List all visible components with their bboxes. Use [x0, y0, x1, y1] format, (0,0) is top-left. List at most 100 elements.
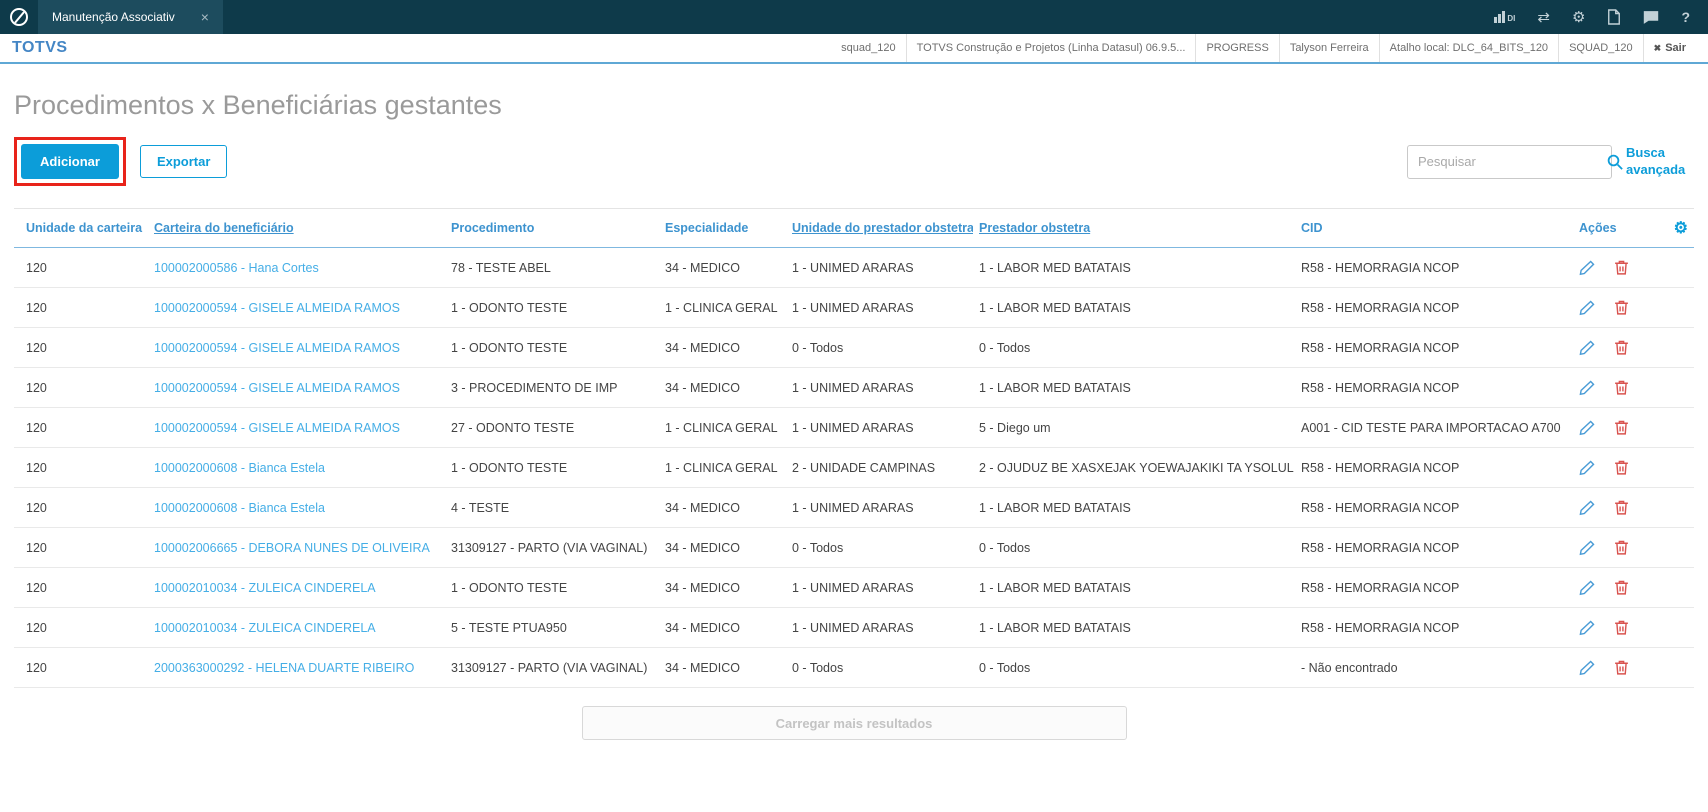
stats-icon[interactable]: DI — [1494, 11, 1515, 23]
carteira-link[interactable]: 100002000608 - Bianca Estela — [154, 501, 325, 515]
totvs-brand[interactable]: TOTVS — [12, 34, 68, 62]
help-icon[interactable]: ? — [1681, 10, 1690, 24]
carteira-link[interactable]: 100002000594 - GISELE ALMEIDA RAMOS — [154, 421, 400, 435]
cell-unidade-prestador: 1 - UNIMED ARARAS — [786, 287, 973, 328]
app-tab[interactable]: Manutenção Associativ × — [38, 0, 223, 34]
load-more-button[interactable]: Carregar mais resultados — [581, 706, 1127, 740]
logout-button[interactable]: ✖ Sair — [1642, 34, 1696, 62]
column-settings-icon[interactable]: ⚙ — [1674, 220, 1688, 237]
cell-gear-spacer — [1649, 407, 1694, 448]
col-especialidade[interactable]: Especialidade — [659, 208, 786, 248]
edit-icon[interactable] — [1579, 499, 1596, 516]
delete-icon[interactable] — [1613, 539, 1630, 556]
cell-prestador: 1 - LABOR MED BATATAIS — [973, 287, 1295, 328]
carteira-link[interactable]: 100002000594 - GISELE ALMEIDA RAMOS — [154, 341, 400, 355]
delete-icon[interactable] — [1613, 459, 1630, 476]
delete-icon[interactable] — [1613, 499, 1630, 516]
env-label: squad_120 — [841, 42, 896, 54]
cell-prestador: 1 - LABOR MED BATATAIS — [973, 367, 1295, 408]
edit-icon[interactable] — [1579, 419, 1596, 436]
annotation-highlight: Adicionar — [14, 137, 126, 186]
cell-cid: R58 - HEMORRAGIA NCOP — [1295, 327, 1573, 368]
cell-especialidade: 1 - CLINICA GERAL — [659, 407, 786, 448]
company-label: SQUAD_120 — [1558, 34, 1643, 62]
bar-chart-icon — [1494, 11, 1506, 23]
carteira-link[interactable]: 100002010034 - ZULEICA CINDERELA — [154, 581, 376, 595]
cell-unidade-prestador: 0 - Todos — [786, 327, 973, 368]
col-prestador-obstetra[interactable]: Prestador obstetra — [973, 208, 1295, 248]
cell-unidade: 120 — [14, 367, 148, 408]
delete-icon[interactable] — [1613, 419, 1630, 436]
cell-unidade-prestador: 1 - UNIMED ARARAS — [786, 407, 973, 448]
cell-unidade-prestador: 1 - UNIMED ARARAS — [786, 367, 973, 408]
edit-icon[interactable] — [1579, 659, 1596, 676]
cell-procedimento: 1 - ODONTO TESTE — [445, 327, 659, 368]
cell-prestador: 1 - LABOR MED BATATAIS — [973, 567, 1295, 608]
document-icon[interactable] — [1607, 9, 1621, 25]
delete-icon[interactable] — [1613, 659, 1630, 676]
toolbar: Adicionar Exportar Busca avançada — [14, 137, 1694, 186]
col-unidade-carteira[interactable]: Unidade da carteira — [14, 208, 148, 248]
carteira-link[interactable]: 100002010034 - ZULEICA CINDERELA — [154, 621, 376, 635]
edit-icon[interactable] — [1579, 539, 1596, 556]
table-body: 120 100002000586 - Hana Cortes 78 - TEST… — [14, 247, 1694, 688]
app-header-info: squad_120 TOTVS Construção e Projetos (L… — [831, 34, 1696, 62]
edit-icon[interactable] — [1579, 619, 1596, 636]
advanced-search-link[interactable]: Busca avançada — [1626, 145, 1694, 178]
advanced-search-line1: Busca — [1626, 145, 1666, 161]
search-input[interactable] — [1408, 154, 1604, 169]
cell-unidade: 120 — [14, 647, 148, 688]
edit-icon[interactable] — [1579, 259, 1596, 276]
carteira-link[interactable]: 100002000594 - GISELE ALMEIDA RAMOS — [154, 301, 400, 315]
cell-prestador: 1 - LABOR MED BATATAIS — [973, 607, 1295, 648]
settings-gear-icon[interactable]: ⚙ — [1572, 10, 1585, 25]
delete-icon[interactable] — [1613, 259, 1630, 276]
carteira-link[interactable]: 100002000594 - GISELE ALMEIDA RAMOS — [154, 381, 400, 395]
edit-icon[interactable] — [1579, 339, 1596, 356]
cell-especialidade: 34 - MEDICO — [659, 647, 786, 688]
cell-procedimento: 5 - TESTE PTUA950 — [445, 607, 659, 648]
carteira-link[interactable]: 2000363000292 - HELENA DUARTE RIBEIRO — [154, 661, 414, 675]
carteira-link[interactable]: 100002000608 - Bianca Estela — [154, 461, 325, 475]
col-unidade-prestador[interactable]: Unidade do prestador obstetra — [786, 208, 973, 248]
col-carteira-beneficiario[interactable]: Carteira do beneficiário — [148, 208, 445, 248]
cell-unidade: 120 — [14, 287, 148, 328]
cell-gear-spacer — [1649, 567, 1694, 608]
tab-close-icon[interactable]: × — [201, 9, 209, 25]
delete-icon[interactable] — [1613, 299, 1630, 316]
cell-gear-spacer — [1649, 367, 1694, 408]
col-procedimento[interactable]: Procedimento — [445, 208, 659, 248]
table-row: 120 100002000594 - GISELE ALMEIDA RAMOS … — [14, 367, 1694, 408]
delete-icon[interactable] — [1613, 619, 1630, 636]
shuffle-icon[interactable]: ⇄ — [1537, 10, 1550, 25]
cell-especialidade: 1 - CLINICA GERAL — [659, 447, 786, 488]
carteira-link[interactable]: 100002000586 - Hana Cortes — [154, 261, 319, 275]
cell-gear-spacer — [1649, 607, 1694, 648]
load-more-wrap: Carregar mais resultados — [14, 706, 1694, 740]
delete-icon[interactable] — [1613, 379, 1630, 396]
edit-icon[interactable] — [1579, 299, 1596, 316]
cell-prestador: 0 - Todos — [973, 527, 1295, 568]
cell-especialidade: 34 - MEDICO — [659, 327, 786, 368]
delete-icon[interactable] — [1613, 579, 1630, 596]
add-button[interactable]: Adicionar — [21, 144, 119, 179]
cell-gear-spacer — [1649, 287, 1694, 328]
export-button[interactable]: Exportar — [139, 145, 228, 178]
carteira-link[interactable]: 100002006665 - DEBORA NUNES DE OLIVEIRA — [154, 541, 430, 555]
col-cid[interactable]: CID — [1295, 208, 1573, 248]
cell-procedimento: 1 - ODONTO TESTE — [445, 287, 659, 328]
edit-icon[interactable] — [1579, 379, 1596, 396]
chat-icon[interactable] — [1643, 10, 1659, 25]
edit-icon[interactable] — [1579, 579, 1596, 596]
edit-icon[interactable] — [1579, 459, 1596, 476]
results-table: Unidade da carteira Carteira do benefici… — [14, 208, 1694, 688]
cell-procedimento: 78 - TESTE ABEL — [445, 247, 659, 288]
table-row: 120 100002010034 - ZULEICA CINDERELA 5 -… — [14, 607, 1694, 648]
advanced-search-line2: avançada — [1626, 161, 1686, 177]
delete-icon[interactable] — [1613, 339, 1630, 356]
cell-cid: R58 - HEMORRAGIA NCOP — [1295, 487, 1573, 528]
cell-cid: R58 - HEMORRAGIA NCOP — [1295, 607, 1573, 648]
cell-prestador: 5 - Diego um — [973, 407, 1295, 448]
product-label: TOTVS Construção e Projetos (Linha Datas… — [905, 34, 1196, 62]
user-label: Talyson Ferreira — [1278, 34, 1379, 62]
